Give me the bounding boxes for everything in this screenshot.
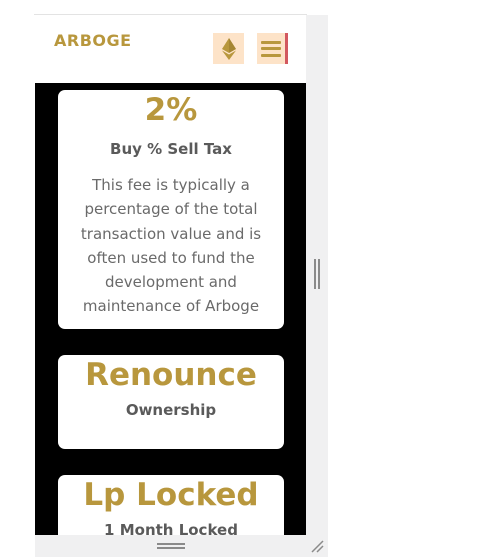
height-resize-handle[interactable] (157, 543, 185, 549)
site-header: ARBOGE (35, 15, 306, 83)
tax-card-title: Buy % Sell Tax (110, 140, 232, 158)
tax-percentage: 2% (144, 92, 198, 128)
site-logo[interactable]: ARBOGE (54, 31, 132, 50)
lp-locked-card: Lp Locked 1 Month Locked (58, 475, 284, 535)
renounce-subtitle: Ownership (125, 401, 217, 419)
lp-locked-headline: Lp Locked (83, 477, 259, 513)
hamburger-menu-icon (261, 40, 281, 58)
responsive-preview-viewport: ARBOGE 2% Buy % Sell Tax This fee is typ… (35, 15, 306, 535)
tax-card-description: This fee is typically a percentage of th… (80, 176, 262, 316)
tax-card: 2% Buy % Sell Tax This fee is typically … (58, 90, 284, 329)
menu-toggle-button[interactable] (257, 33, 288, 64)
renounce-headline: Renounce (85, 357, 257, 393)
ethereum-button[interactable] (213, 33, 244, 64)
corner-resize-grip-icon[interactable] (309, 538, 325, 554)
lp-locked-subtitle: 1 Month Locked (104, 521, 238, 535)
renounce-card: Renounce Ownership (58, 355, 284, 449)
width-resize-handle[interactable] (314, 259, 320, 289)
ethereum-icon (221, 37, 236, 60)
